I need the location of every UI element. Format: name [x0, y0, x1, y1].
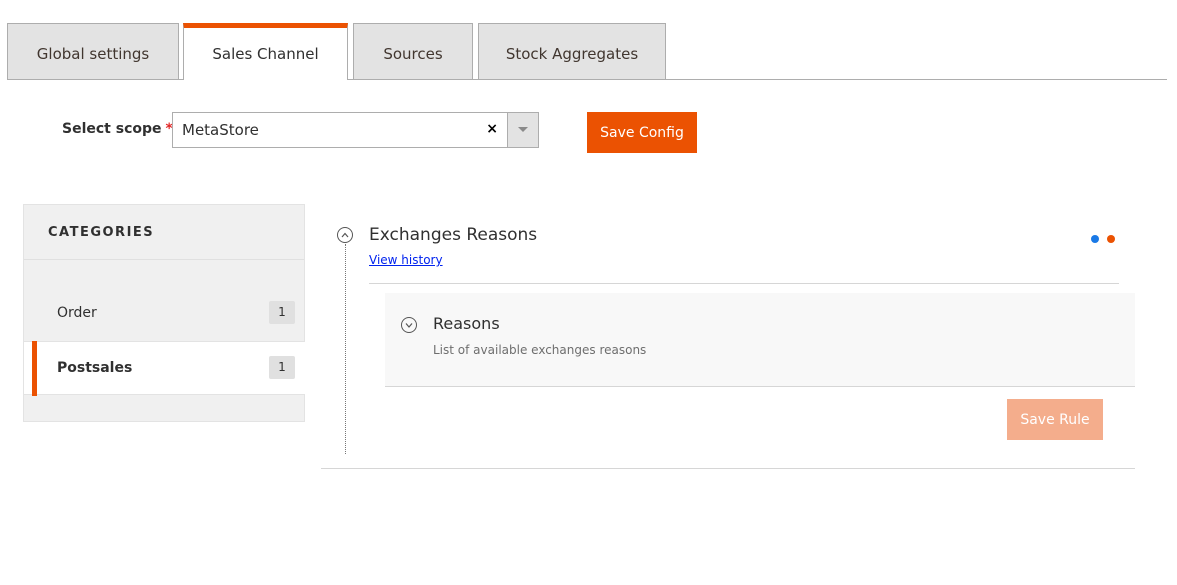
divider	[369, 283, 1119, 284]
count-badge: 1	[269, 356, 295, 379]
categories-sidebar: CATEGORIES Order 1 Postsales 1	[23, 204, 305, 422]
tab-label: Stock Aggregates	[505, 44, 639, 63]
save-rule-button[interactable]: Save Rule	[1007, 399, 1103, 440]
scope-label: Select scope *	[62, 121, 173, 137]
divider	[24, 259, 304, 260]
divider	[321, 468, 1135, 469]
scope-select[interactable]: MetaStore ×	[172, 112, 539, 148]
count-badge: 1	[269, 301, 295, 324]
sidebar-item-label: Order	[57, 305, 97, 321]
tab-label: Global settings	[36, 44, 150, 63]
tab-sales-channel[interactable]: Sales Channel	[183, 23, 348, 80]
scope-value: MetaStore	[182, 121, 259, 139]
tab-sources[interactable]: Sources	[353, 23, 473, 79]
tab-label: Sources	[383, 44, 443, 63]
chevron-down-icon[interactable]	[401, 317, 417, 333]
status-dot-blue	[1091, 235, 1099, 243]
chevron-up-icon[interactable]	[337, 227, 353, 243]
sidebar-item-postsales[interactable]: Postsales 1	[24, 341, 305, 396]
scope-label-text: Select scope	[62, 121, 162, 137]
save-config-button[interactable]: Save Config	[587, 112, 697, 153]
status-dot-orange	[1107, 235, 1115, 243]
sidebar-title: CATEGORIES	[48, 225, 155, 240]
sidebar-item-label: Postsales	[57, 360, 133, 376]
tab-global-settings[interactable]: Global settings	[7, 23, 179, 79]
subsection-title: Reasons	[433, 314, 500, 333]
reasons-panel: Reasons List of available exchanges reas…	[385, 293, 1135, 387]
tab-bar: Global settings Sales Channel Sources St…	[7, 23, 1167, 80]
tab-label: Sales Channel	[212, 45, 319, 63]
sidebar-item-order[interactable]: Order 1	[24, 287, 305, 341]
active-indicator	[32, 341, 37, 396]
view-history-link[interactable]: View history	[369, 253, 443, 267]
subsection-description: List of available exchanges reasons	[433, 343, 647, 357]
dropdown-arrow-icon[interactable]	[507, 113, 538, 147]
section-title: Exchanges Reasons	[369, 225, 538, 245]
tree-line	[345, 244, 346, 454]
clear-icon[interactable]: ×	[486, 121, 498, 137]
tab-stock-aggregates[interactable]: Stock Aggregates	[478, 23, 666, 79]
